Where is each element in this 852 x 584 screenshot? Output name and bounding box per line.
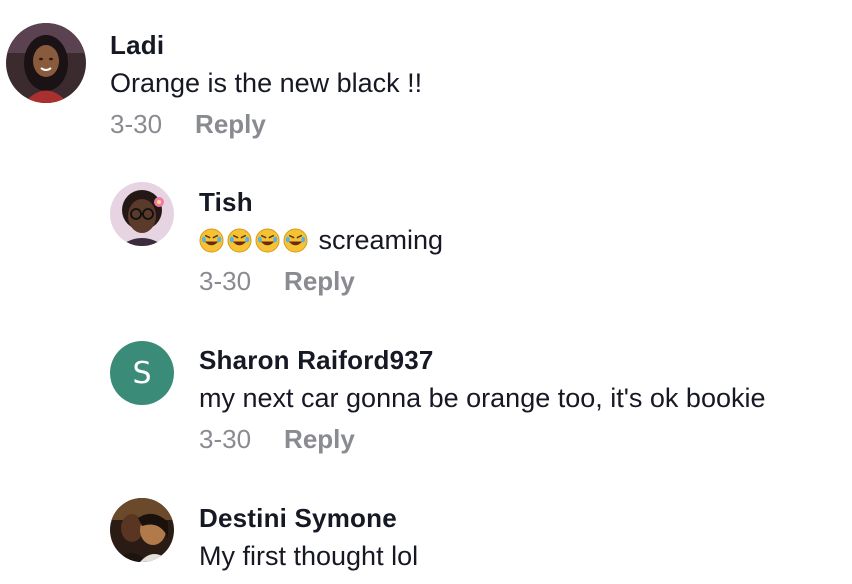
avatar[interactable]: S xyxy=(110,341,174,405)
comment-date: 3-30 xyxy=(199,424,252,454)
comment-username[interactable]: Sharon Raiford937 xyxy=(199,345,766,375)
comment: Ladi Orange is the new black !! 3-30 Rep… xyxy=(6,23,422,139)
comment-text: Orange is the new black !! xyxy=(110,68,423,98)
comment-reply: S Sharon Raiford937 my next car gonna be… xyxy=(110,341,766,454)
avatar-letter: S xyxy=(132,355,152,391)
reply-button[interactable]: Reply xyxy=(284,424,355,454)
reply-button[interactable]: Reply xyxy=(195,109,266,139)
reply-button[interactable]: Reply xyxy=(284,266,355,296)
rofl-emoji xyxy=(283,228,308,253)
rofl-emoji xyxy=(255,228,280,253)
comment-date: 3-30 xyxy=(199,266,252,296)
rofl-emoji xyxy=(199,228,224,253)
comment-text: my next car gonna be orange too, it's ok… xyxy=(199,383,766,413)
comment-text-body: screaming xyxy=(318,225,444,255)
comment-username[interactable]: Tish xyxy=(199,187,443,217)
avatar[interactable] xyxy=(110,182,174,246)
comment-text: My first thought lol xyxy=(199,541,419,571)
avatar[interactable] xyxy=(6,23,86,103)
rofl-emoji xyxy=(227,228,252,253)
comment-date: 3-30 xyxy=(110,109,163,139)
comment-username[interactable]: Ladi xyxy=(110,30,422,60)
comment-text: screaming xyxy=(199,224,443,256)
comment-reply: Destini Symone My first thought lol xyxy=(110,498,418,572)
comment-username[interactable]: Destini Symone xyxy=(199,503,418,533)
comment-reply: Tish screaming 3-30 Reply xyxy=(110,182,443,296)
avatar[interactable] xyxy=(110,498,174,562)
